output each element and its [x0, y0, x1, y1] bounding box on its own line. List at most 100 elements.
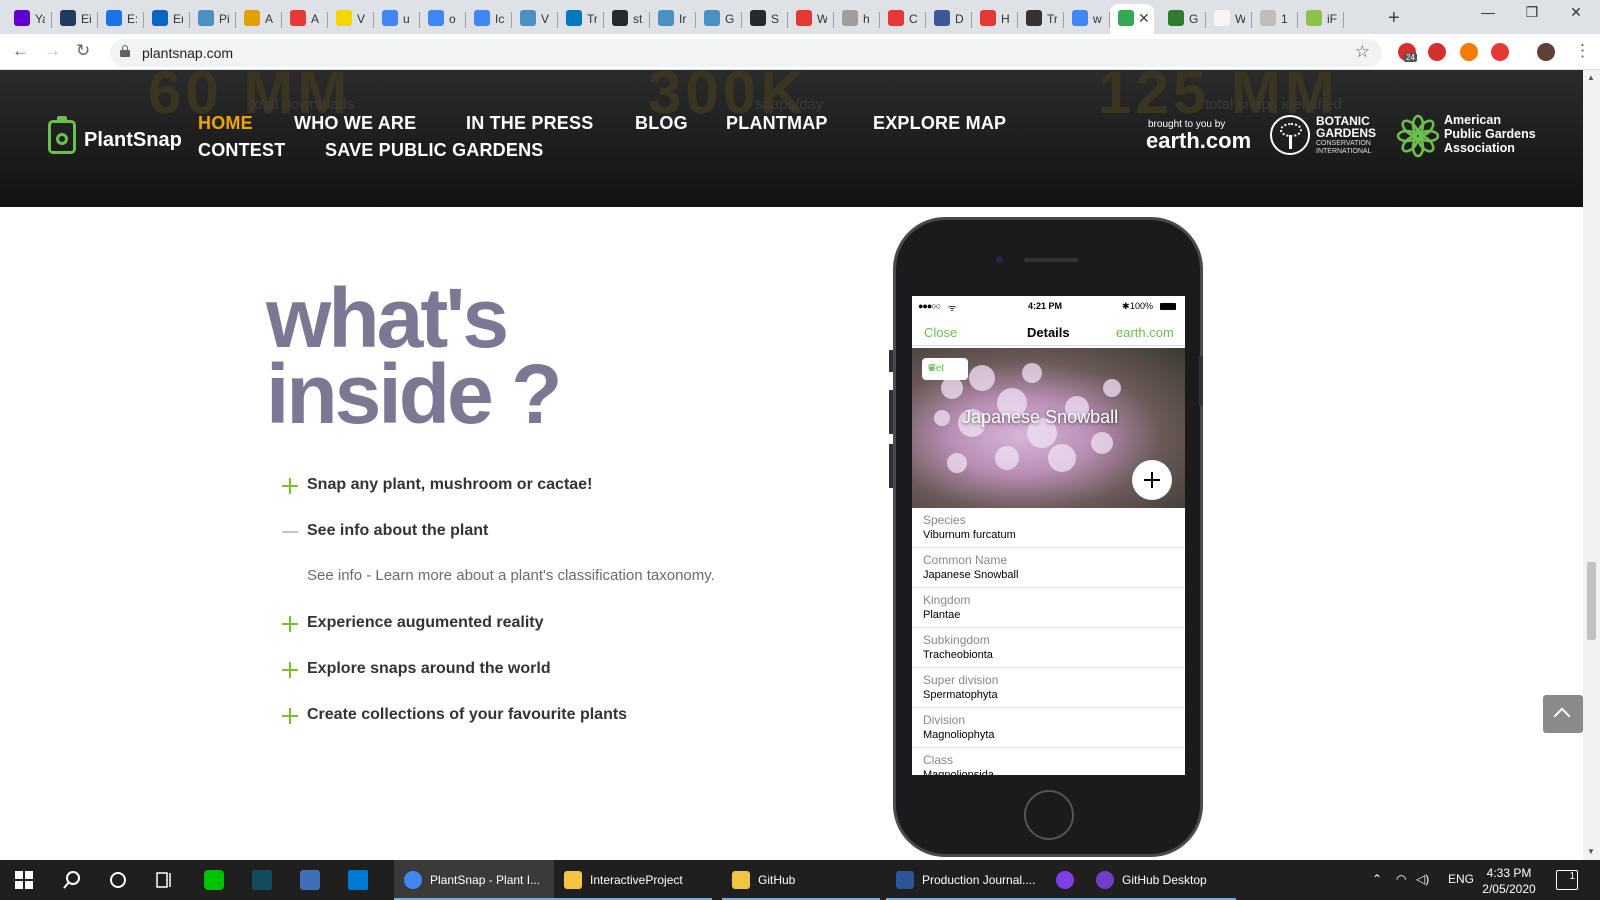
app-source-link[interactable]: earth.com	[1116, 325, 1174, 340]
bookmark-star-icon[interactable]: ☆	[1355, 42, 1370, 62]
get-button[interactable]: Get ❦	[922, 358, 968, 380]
taskbar-app[interactable]: InteractiveProject	[554, 860, 712, 900]
taskbar-app[interactable]: PlantSnap - Plant I...	[394, 860, 554, 900]
browser-tab[interactable]: A	[282, 4, 328, 34]
windows-start-icon[interactable]	[14, 870, 34, 890]
browser-tab[interactable]: S	[742, 4, 788, 34]
taskbar-app[interactable]: GitHub	[722, 860, 880, 900]
earth-com-text: earth.com	[1146, 128, 1252, 153]
browser-tab[interactable]: w	[1064, 4, 1110, 34]
nav-save-public-gardens[interactable]: SAVE PUBLIC GARDENS	[325, 140, 544, 161]
faq-question[interactable]: See info about the plant	[307, 522, 488, 540]
faq-question[interactable]: Explore snaps around the world	[307, 660, 551, 678]
browser-tab[interactable]: G	[696, 4, 742, 34]
add-plant-button[interactable]	[1132, 460, 1172, 500]
faq-question[interactable]: Experience augumented reality	[307, 614, 544, 632]
browser-menu-button[interactable]: ⋮	[1574, 41, 1591, 61]
browser-tab[interactable]: Ya	[6, 4, 52, 34]
restore-button[interactable]: ❐	[1512, 4, 1552, 21]
browser-tab[interactable]: Pi	[190, 4, 236, 34]
nav-blog[interactable]: BLOG	[635, 113, 688, 134]
apga-partner-logo[interactable]: American Public Gardens Association	[1444, 113, 1536, 155]
scroll-down-arrow-icon[interactable]: ▼	[1587, 847, 1595, 856]
lastpass-icon[interactable]	[1428, 43, 1446, 61]
nav-explore-map[interactable]: EXPLORE MAP	[873, 113, 1006, 134]
browser-tab[interactable]: o	[420, 4, 466, 34]
close-window-button[interactable]: ✕	[1556, 4, 1596, 21]
nav-plantmap[interactable]: PLANTMAP	[726, 113, 828, 134]
honey-icon[interactable]	[1460, 43, 1478, 61]
line-app-icon[interactable]	[204, 870, 224, 890]
tab-title: Tr	[1047, 12, 1057, 26]
browser-tab[interactable]: Er	[144, 4, 190, 34]
browser-tab[interactable]: H	[972, 4, 1018, 34]
taxonomy-row: Division Magnoliophyta	[912, 708, 1185, 748]
browser-tab[interactable]: V	[328, 4, 374, 34]
github-desktop-icon	[1096, 871, 1114, 889]
browser-tab[interactable]: st	[604, 4, 650, 34]
app-close-button[interactable]: Close	[924, 325, 957, 340]
browser-tab[interactable]: Ir	[650, 4, 696, 34]
shield-icon[interactable]	[1491, 43, 1509, 61]
bird-icon	[888, 10, 904, 26]
taskbar-app[interactable]	[1046, 860, 1086, 900]
browser-tab[interactable]: Tr	[558, 4, 604, 34]
browser-tab[interactable]: W	[1206, 4, 1252, 34]
tray-overflow-icon[interactable]: ⌃	[1372, 872, 1382, 886]
reload-button[interactable]: ↻	[76, 41, 90, 61]
browser-tab[interactable]: V	[512, 4, 558, 34]
network-icon[interactable]: ◠	[1396, 872, 1406, 886]
cortana-icon[interactable]	[108, 870, 128, 890]
scroll-up-arrow-icon[interactable]: ▲	[1587, 73, 1595, 82]
browser-tab[interactable]: Tr	[1018, 4, 1064, 34]
page-scrollbar[interactable]: ▲ ▼	[1583, 70, 1600, 860]
address-bar[interactable]: plantsnap.com ☆	[110, 39, 1382, 67]
tab-title: Ir	[679, 12, 687, 26]
calculator-app-icon[interactable]	[252, 870, 272, 890]
store-app-icon[interactable]	[348, 870, 368, 890]
plant-photo: Get ❦ Japanese Snowball	[912, 348, 1185, 508]
new-tab-button[interactable]: +	[1388, 7, 1400, 30]
back-button[interactable]: ←	[12, 41, 29, 61]
phone-camera-icon	[996, 256, 1003, 263]
browser-tab[interactable]: ✕	[1110, 4, 1154, 34]
adblock-icon[interactable]: 24	[1398, 43, 1417, 62]
browser-tab[interactable]: D	[926, 4, 972, 34]
task-view-icon[interactable]	[155, 870, 175, 890]
system-clock[interactable]: 4:33 PM 2/05/2020	[1474, 865, 1544, 897]
bgci-tree-icon	[1270, 115, 1310, 155]
browser-tab[interactable]: C	[880, 4, 926, 34]
browser-tab[interactable]: u	[374, 4, 420, 34]
profile-avatar[interactable]	[1537, 43, 1555, 61]
browser-tab[interactable]: A	[236, 4, 282, 34]
browser-tab[interactable]: E:	[98, 4, 144, 34]
close-tab-icon[interactable]: ✕	[1138, 10, 1150, 27]
browser-tab[interactable]: G	[1160, 4, 1206, 34]
browser-tab[interactable]: Ei	[52, 4, 98, 34]
nav-who-we-are[interactable]: WHO WE ARE	[294, 113, 416, 134]
scrollbar-thumb[interactable]	[1587, 562, 1596, 640]
browser-tab[interactable]: 1	[1252, 4, 1298, 34]
minimize-button[interactable]: —	[1468, 4, 1508, 20]
paint-app-icon[interactable]	[300, 870, 320, 890]
scroll-to-top-button[interactable]	[1543, 695, 1583, 733]
faq-question[interactable]: Create collections of your favourite pla…	[307, 706, 627, 724]
taskbar-app[interactable]: GitHub Desktop	[1086, 860, 1236, 900]
forward-button[interactable]: →	[44, 41, 61, 61]
taskbar-app[interactable]: Production Journal....	[886, 860, 1048, 900]
browser-tab[interactable]: W	[788, 4, 834, 34]
url-text[interactable]: plantsnap.com	[142, 45, 233, 61]
search-icon[interactable]	[62, 870, 82, 890]
nav-contest[interactable]: CONTEST	[198, 140, 285, 161]
language-indicator[interactable]: ENG	[1448, 872, 1474, 886]
blossom-cluster	[969, 365, 995, 391]
nav-home[interactable]: HOME	[198, 113, 253, 134]
nav-in-the-press[interactable]: IN THE PRESS	[466, 113, 593, 134]
browser-tab[interactable]: h	[834, 4, 880, 34]
browser-tab[interactable]: Ic	[466, 4, 512, 34]
browser-tab[interactable]: iF	[1298, 4, 1344, 34]
faq-question[interactable]: Snap any plant, mushroom or cactae!	[307, 476, 592, 494]
tab-title: Ei	[81, 12, 91, 26]
volume-icon[interactable]: ◁)	[1416, 872, 1429, 886]
notification-center-icon[interactable]: 1	[1556, 870, 1578, 890]
